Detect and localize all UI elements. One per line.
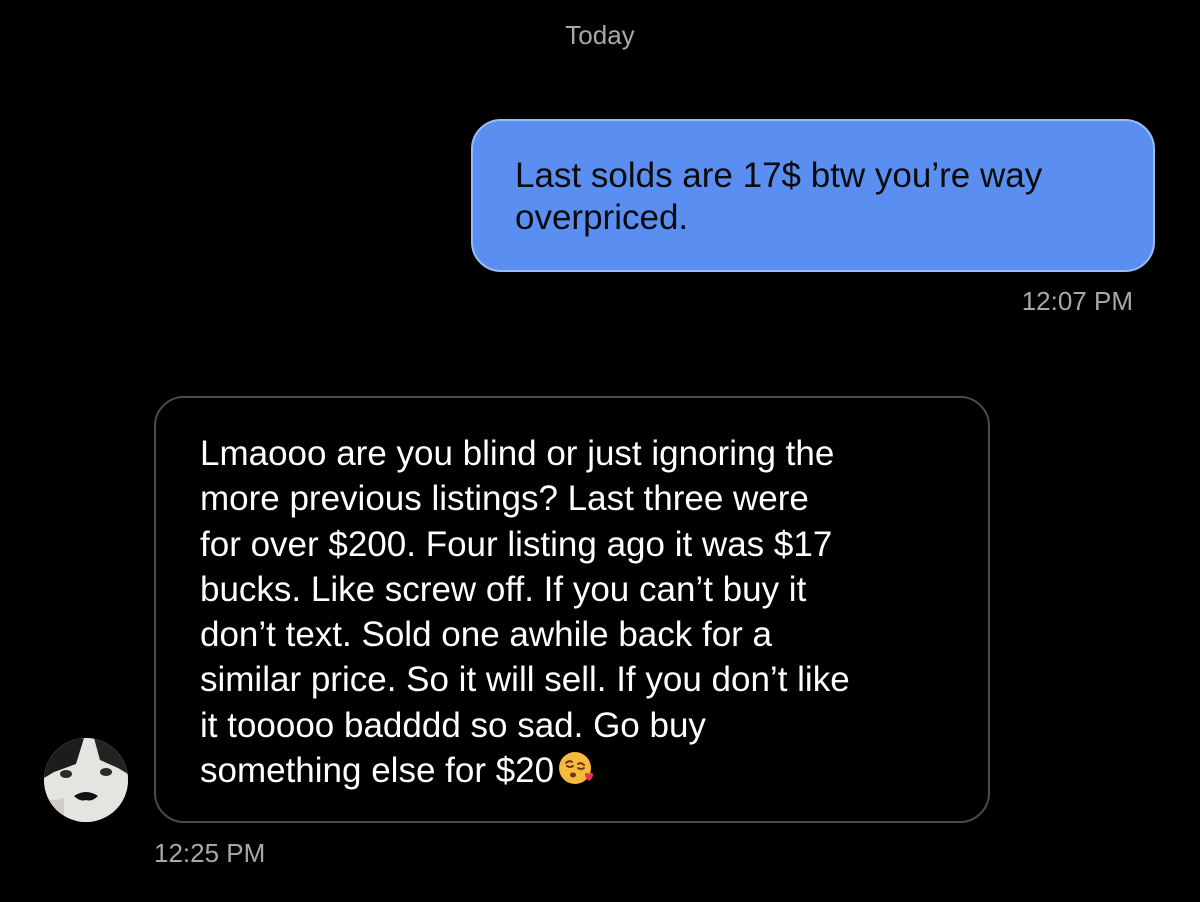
sender-avatar[interactable] (44, 738, 128, 822)
face-blowing-a-kiss-icon (558, 750, 594, 786)
incoming-message-text: Lmaooo are you blind or just ignoring th… (200, 434, 850, 791)
outgoing-message-timestamp: 12:07 PM (1021, 286, 1133, 316)
outgoing-message-bubble[interactable]: Last solds are 17$ btw you’re way overpr… (471, 119, 1155, 272)
date-header: Today (565, 20, 635, 50)
incoming-message-timestamp: 12:25 PM (154, 838, 266, 868)
outgoing-message-text: Last solds are 17$ btw you’re way overpr… (515, 156, 1043, 237)
incoming-message-bubble[interactable]: Lmaooo are you blind or just ignoring th… (154, 396, 990, 823)
